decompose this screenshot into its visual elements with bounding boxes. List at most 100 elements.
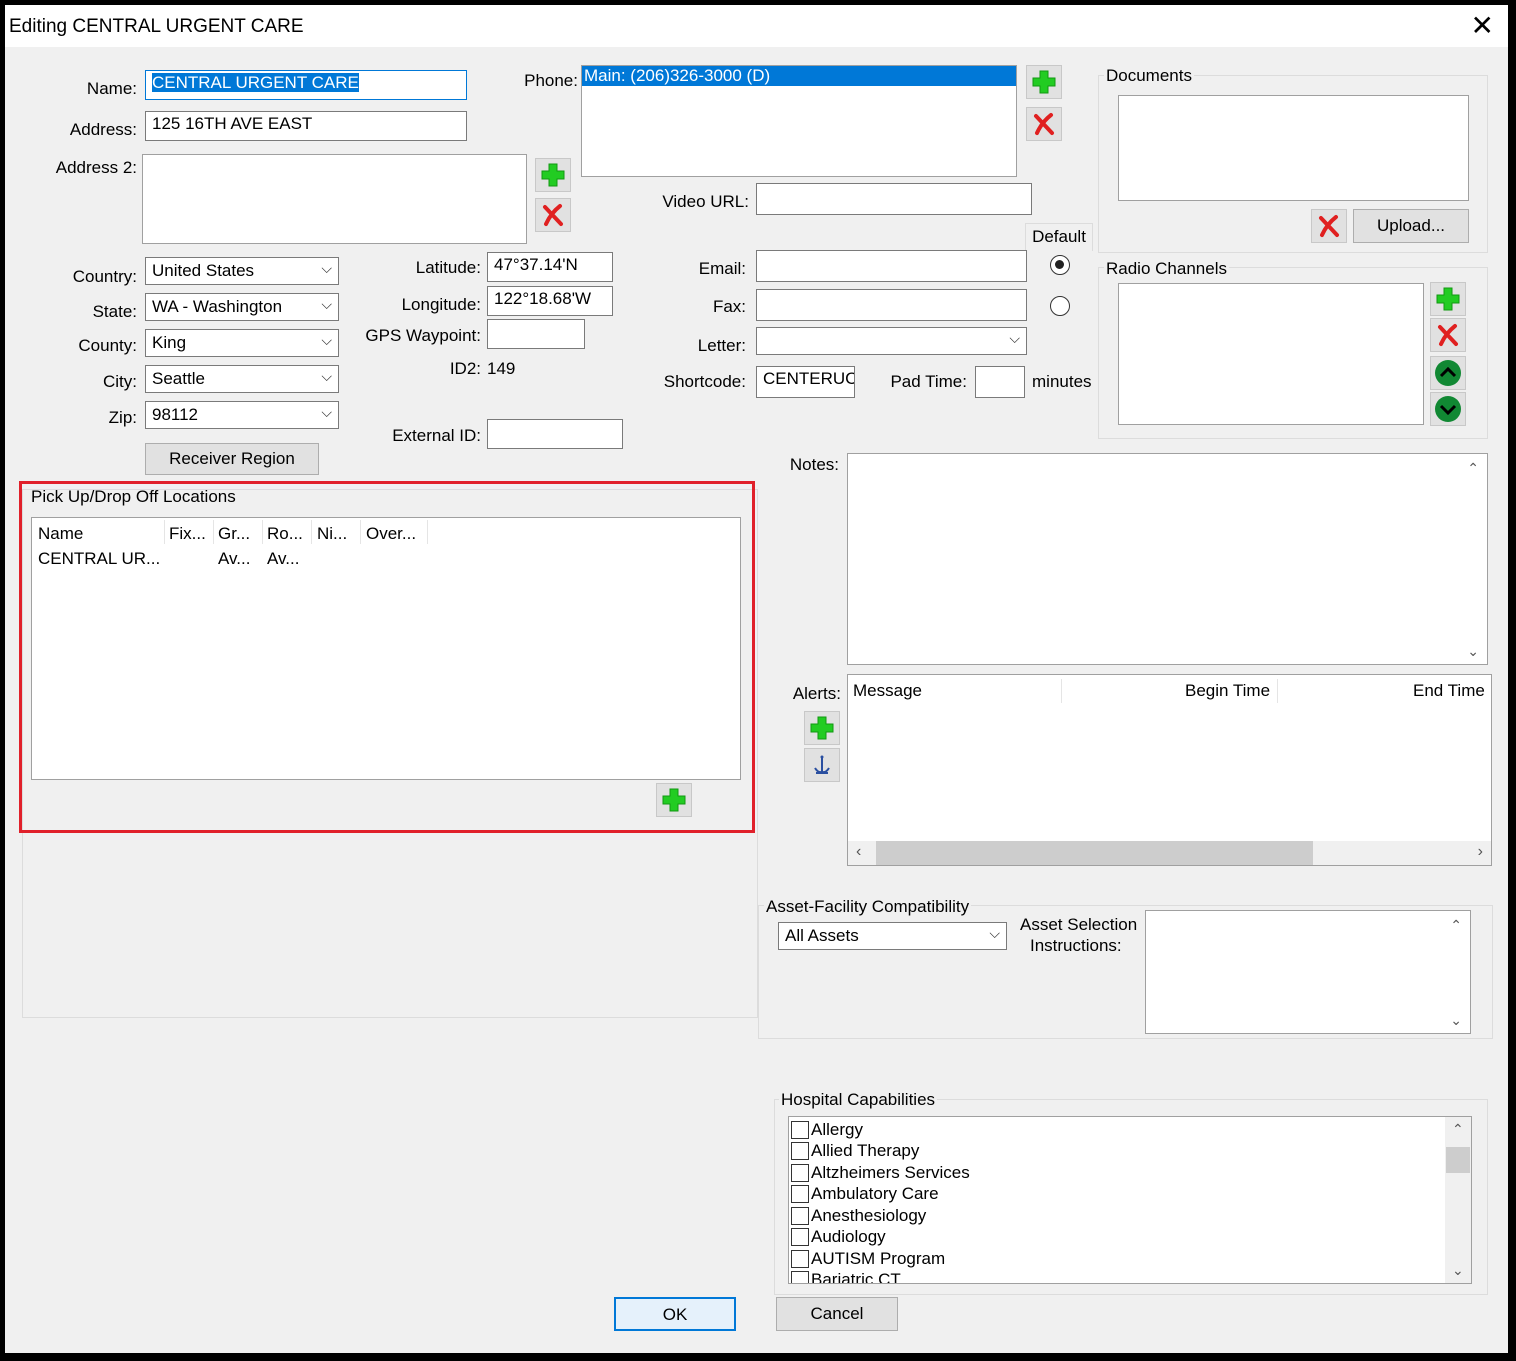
pickup-column-gr[interactable]: Gr... xyxy=(218,524,250,544)
zip-value: 98112 xyxy=(152,405,199,424)
scroll-up-icon[interactable]: ⌃ xyxy=(1450,917,1462,934)
pickup-column-over[interactable]: Over... xyxy=(366,524,416,544)
state-label: State: xyxy=(92,302,137,321)
video-url-field[interactable] xyxy=(756,183,1032,215)
scroll-right-icon[interactable]: › xyxy=(1478,843,1483,861)
hospital-capabilities-list[interactable]: Allergy Allied Therapy Altzheimers Servi… xyxy=(788,1116,1472,1284)
documents-list[interactable] xyxy=(1118,95,1469,201)
pickup-column-ro[interactable]: Ro... xyxy=(267,524,303,544)
id2-value: 149 xyxy=(487,359,516,378)
capability-item[interactable]: Ambulatory Care xyxy=(791,1183,939,1204)
capability-item[interactable]: Audiology xyxy=(791,1226,886,1247)
green-down-arrow-icon xyxy=(1435,396,1461,422)
table-row[interactable]: CENTRAL UR... Av... Av... xyxy=(32,548,740,570)
latitude-label: Latitude: xyxy=(415,258,481,277)
scroll-up-icon[interactable]: ⌃ xyxy=(1452,1121,1464,1138)
letter-select[interactable]: ⌵ xyxy=(756,327,1027,355)
asset-facility-group-label: Asset-Facility Compatibility xyxy=(764,897,972,917)
gps-waypoint-field[interactable] xyxy=(487,319,585,349)
add-radio-channel-button[interactable] xyxy=(1430,282,1466,316)
add-alert-button[interactable] xyxy=(804,711,840,745)
capability-item[interactable]: Allied Therapy xyxy=(791,1140,919,1161)
pickup-column-fix[interactable]: Fix... xyxy=(169,524,206,544)
chevron-down-icon: ⌵ xyxy=(1009,330,1020,346)
capability-item[interactable]: Anesthesiology xyxy=(791,1205,926,1226)
checkbox[interactable] xyxy=(791,1120,809,1139)
checkbox[interactable] xyxy=(791,1206,809,1225)
capability-item[interactable]: AUTISM Program xyxy=(791,1248,945,1269)
capability-item[interactable]: Allergy xyxy=(791,1119,863,1140)
address2-field[interactable] xyxy=(142,154,527,244)
zip-label: Zip: xyxy=(108,408,137,427)
city-select[interactable]: Seattle ⌵ xyxy=(145,365,339,393)
scroll-down-icon[interactable]: ⌄ xyxy=(1467,643,1479,660)
delete-address-button[interactable] xyxy=(535,198,571,232)
latitude-field[interactable]: 47°37.14'N xyxy=(487,252,613,282)
city-value: Seattle xyxy=(152,369,205,388)
checkbox[interactable] xyxy=(791,1163,809,1182)
delete-phone-button[interactable] xyxy=(1026,107,1062,141)
close-icon[interactable]: ✕ xyxy=(1471,11,1494,41)
alerts-column-begin-time[interactable]: Begin Time xyxy=(1185,681,1270,701)
checkbox[interactable] xyxy=(791,1141,809,1160)
checkbox[interactable] xyxy=(791,1270,809,1283)
asset-compatibility-value: All Assets xyxy=(785,926,859,945)
notes-label: Notes: xyxy=(789,455,839,474)
address-field[interactable]: 125 16TH AVE EAST xyxy=(145,111,467,141)
external-id-field[interactable] xyxy=(487,419,623,449)
phone-list-item[interactable]: Main: (206)326-3000 (D) xyxy=(582,66,1016,86)
external-id-label: External ID: xyxy=(392,426,481,445)
delete-radio-channel-button[interactable] xyxy=(1430,318,1466,352)
scroll-down-icon[interactable]: ⌄ xyxy=(1452,1262,1464,1279)
capability-item[interactable]: Altzheimers Services xyxy=(791,1162,970,1183)
fax-default-radio[interactable] xyxy=(1050,296,1070,316)
country-select[interactable]: United States ⌵ xyxy=(145,257,339,285)
asset-selection-instructions-field[interactable]: ⌃ ⌄ xyxy=(1145,910,1471,1034)
pad-time-field[interactable] xyxy=(975,366,1025,398)
alerts-horizontal-scrollbar[interactable]: ‹ › xyxy=(848,841,1491,865)
phone-list[interactable]: Main: (206)326-3000 (D) xyxy=(581,65,1017,177)
move-down-radio-channel-button[interactable] xyxy=(1430,392,1466,426)
move-up-radio-channel-button[interactable] xyxy=(1430,356,1466,390)
pickup-locations-table[interactable]: Name Fix... Gr... Ro... Ni... Over... CE… xyxy=(31,517,741,780)
longitude-field[interactable]: 122°18.68'W xyxy=(487,286,613,316)
zip-select[interactable]: 98112 ⌵ xyxy=(145,401,339,429)
scrollbar-thumb[interactable] xyxy=(1446,1147,1470,1173)
scroll-up-icon[interactable]: ⌃ xyxy=(1467,460,1479,477)
county-select[interactable]: King ⌵ xyxy=(145,329,339,357)
ok-button[interactable]: OK xyxy=(614,1297,736,1331)
add-phone-button[interactable] xyxy=(1026,65,1062,99)
email-default-radio[interactable] xyxy=(1050,255,1070,275)
cancel-button[interactable]: Cancel xyxy=(776,1297,898,1331)
email-label: Email: xyxy=(698,259,746,278)
fax-field[interactable] xyxy=(756,289,1027,321)
receiver-region-button[interactable]: Receiver Region xyxy=(145,443,319,475)
checkbox[interactable] xyxy=(791,1227,809,1246)
radio-channels-list[interactable] xyxy=(1118,283,1424,425)
capabilities-vertical-scrollbar[interactable]: ⌃ ⌄ xyxy=(1445,1117,1471,1283)
scrollbar-thumb[interactable] xyxy=(876,841,1313,865)
checkbox[interactable] xyxy=(791,1184,809,1203)
chevron-down-icon: ⌵ xyxy=(321,296,332,312)
add-pickup-location-button[interactable] xyxy=(656,783,692,817)
pickup-column-name[interactable]: Name xyxy=(38,524,83,544)
anchor-alert-button[interactable] xyxy=(804,748,840,782)
capability-item[interactable]: Bariatric CT xyxy=(791,1269,901,1283)
asset-compatibility-select[interactable]: All Assets ⌵ xyxy=(778,922,1007,950)
checkbox[interactable] xyxy=(791,1249,809,1268)
notes-field[interactable]: ⌃ ⌄ xyxy=(847,453,1488,665)
email-field[interactable] xyxy=(756,250,1027,282)
name-field[interactable]: CENTRAL URGENT CARE xyxy=(145,70,467,100)
pickup-column-ni[interactable]: Ni... xyxy=(317,524,347,544)
upload-button[interactable]: Upload... xyxy=(1353,209,1469,243)
alerts-column-message[interactable]: Message xyxy=(853,681,922,701)
shortcode-field[interactable]: CENTERUC xyxy=(756,366,855,398)
state-select[interactable]: WA - Washington ⌵ xyxy=(145,293,339,321)
add-address-button[interactable] xyxy=(535,158,571,192)
table-cell: Av... xyxy=(267,549,300,568)
delete-document-button[interactable] xyxy=(1311,209,1347,243)
alerts-table[interactable]: Message Begin Time End Time ‹ › xyxy=(847,674,1492,866)
scroll-down-icon[interactable]: ⌄ xyxy=(1450,1012,1462,1029)
alerts-column-end-time[interactable]: End Time xyxy=(1413,681,1485,701)
scroll-left-icon[interactable]: ‹ xyxy=(856,843,861,861)
